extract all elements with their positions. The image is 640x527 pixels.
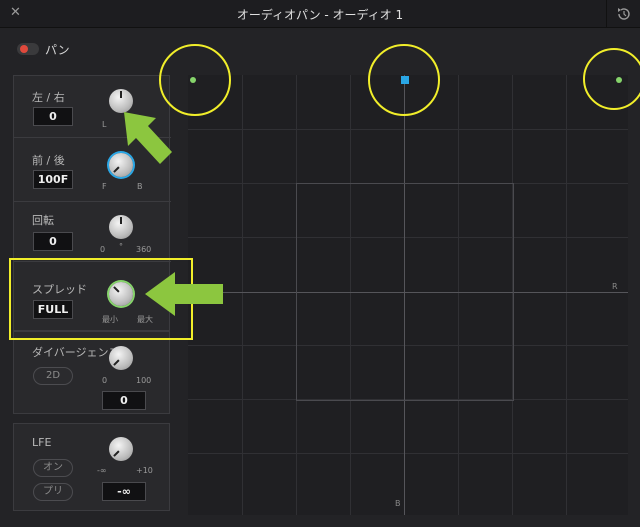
left-right-value[interactable]: 0 <box>33 107 73 126</box>
lfe-pre-button[interactable]: プリ <box>33 483 73 501</box>
rotation-min-label: 0 <box>100 245 106 254</box>
divergence-2d-button[interactable]: 2D <box>33 367 73 385</box>
arrow-to-lr-knob <box>124 112 172 164</box>
pan-toggle[interactable] <box>17 43 39 55</box>
left-right-min-label: L <box>102 120 107 129</box>
rotation-label: 回転 <box>32 214 54 227</box>
rotation-value[interactable]: 0 <box>33 232 73 251</box>
rotation-knob[interactable] <box>109 215 133 239</box>
divergence-panel: ダイバージェンス 2D 0 100 0 <box>13 331 170 414</box>
lfe-on-button[interactable]: オン <box>33 459 73 477</box>
divergence-value[interactable]: 0 <box>102 391 146 410</box>
lfe-max-label: +10 <box>136 466 153 475</box>
grid-back-label: B <box>395 499 401 508</box>
row-rotation: 回転 0 0 ° 360 <box>14 202 171 262</box>
grid-right-label: R <box>612 282 618 291</box>
lfe-knob[interactable] <box>109 437 133 461</box>
divergence-min-label: 0 <box>102 376 108 385</box>
rotation-max-label: 360 <box>136 245 152 254</box>
left-right-label: 左 / 右 <box>32 91 65 104</box>
rotation-degree-label: ° <box>119 242 123 251</box>
highlight-circle-center <box>368 44 440 116</box>
front-back-value[interactable]: 100F <box>33 170 73 189</box>
title-bar: ✕ オーディオパン - オーディオ 1 <box>0 0 640 28</box>
lfe-panel: LFE オン プリ -∞ +10 -∞ <box>13 423 170 511</box>
spread-area <box>296 183 514 401</box>
front-back-min-label: F <box>102 182 107 191</box>
window-title: オーディオパン - オーディオ 1 <box>236 8 404 22</box>
divergence-max-label: 100 <box>136 376 152 385</box>
pan-grid[interactable]: R B <box>188 75 628 515</box>
pan-toggle-indicator <box>20 45 28 53</box>
arrow-to-spread-knob <box>145 272 223 316</box>
front-back-max-label: B <box>137 182 143 191</box>
title-divider <box>606 0 607 28</box>
lfe-min-label: -∞ <box>97 466 107 475</box>
lfe-value[interactable]: -∞ <box>102 482 146 501</box>
pan-label: パン <box>45 43 70 57</box>
divergence-knob[interactable] <box>109 346 133 370</box>
highlight-circle-right <box>583 48 640 110</box>
divergence-label: ダイバージェンス <box>32 346 120 359</box>
reset-icon[interactable] <box>614 4 634 24</box>
lfe-label: LFE <box>32 436 52 449</box>
highlight-circle-left <box>159 44 231 116</box>
front-back-label: 前 / 後 <box>32 154 65 167</box>
